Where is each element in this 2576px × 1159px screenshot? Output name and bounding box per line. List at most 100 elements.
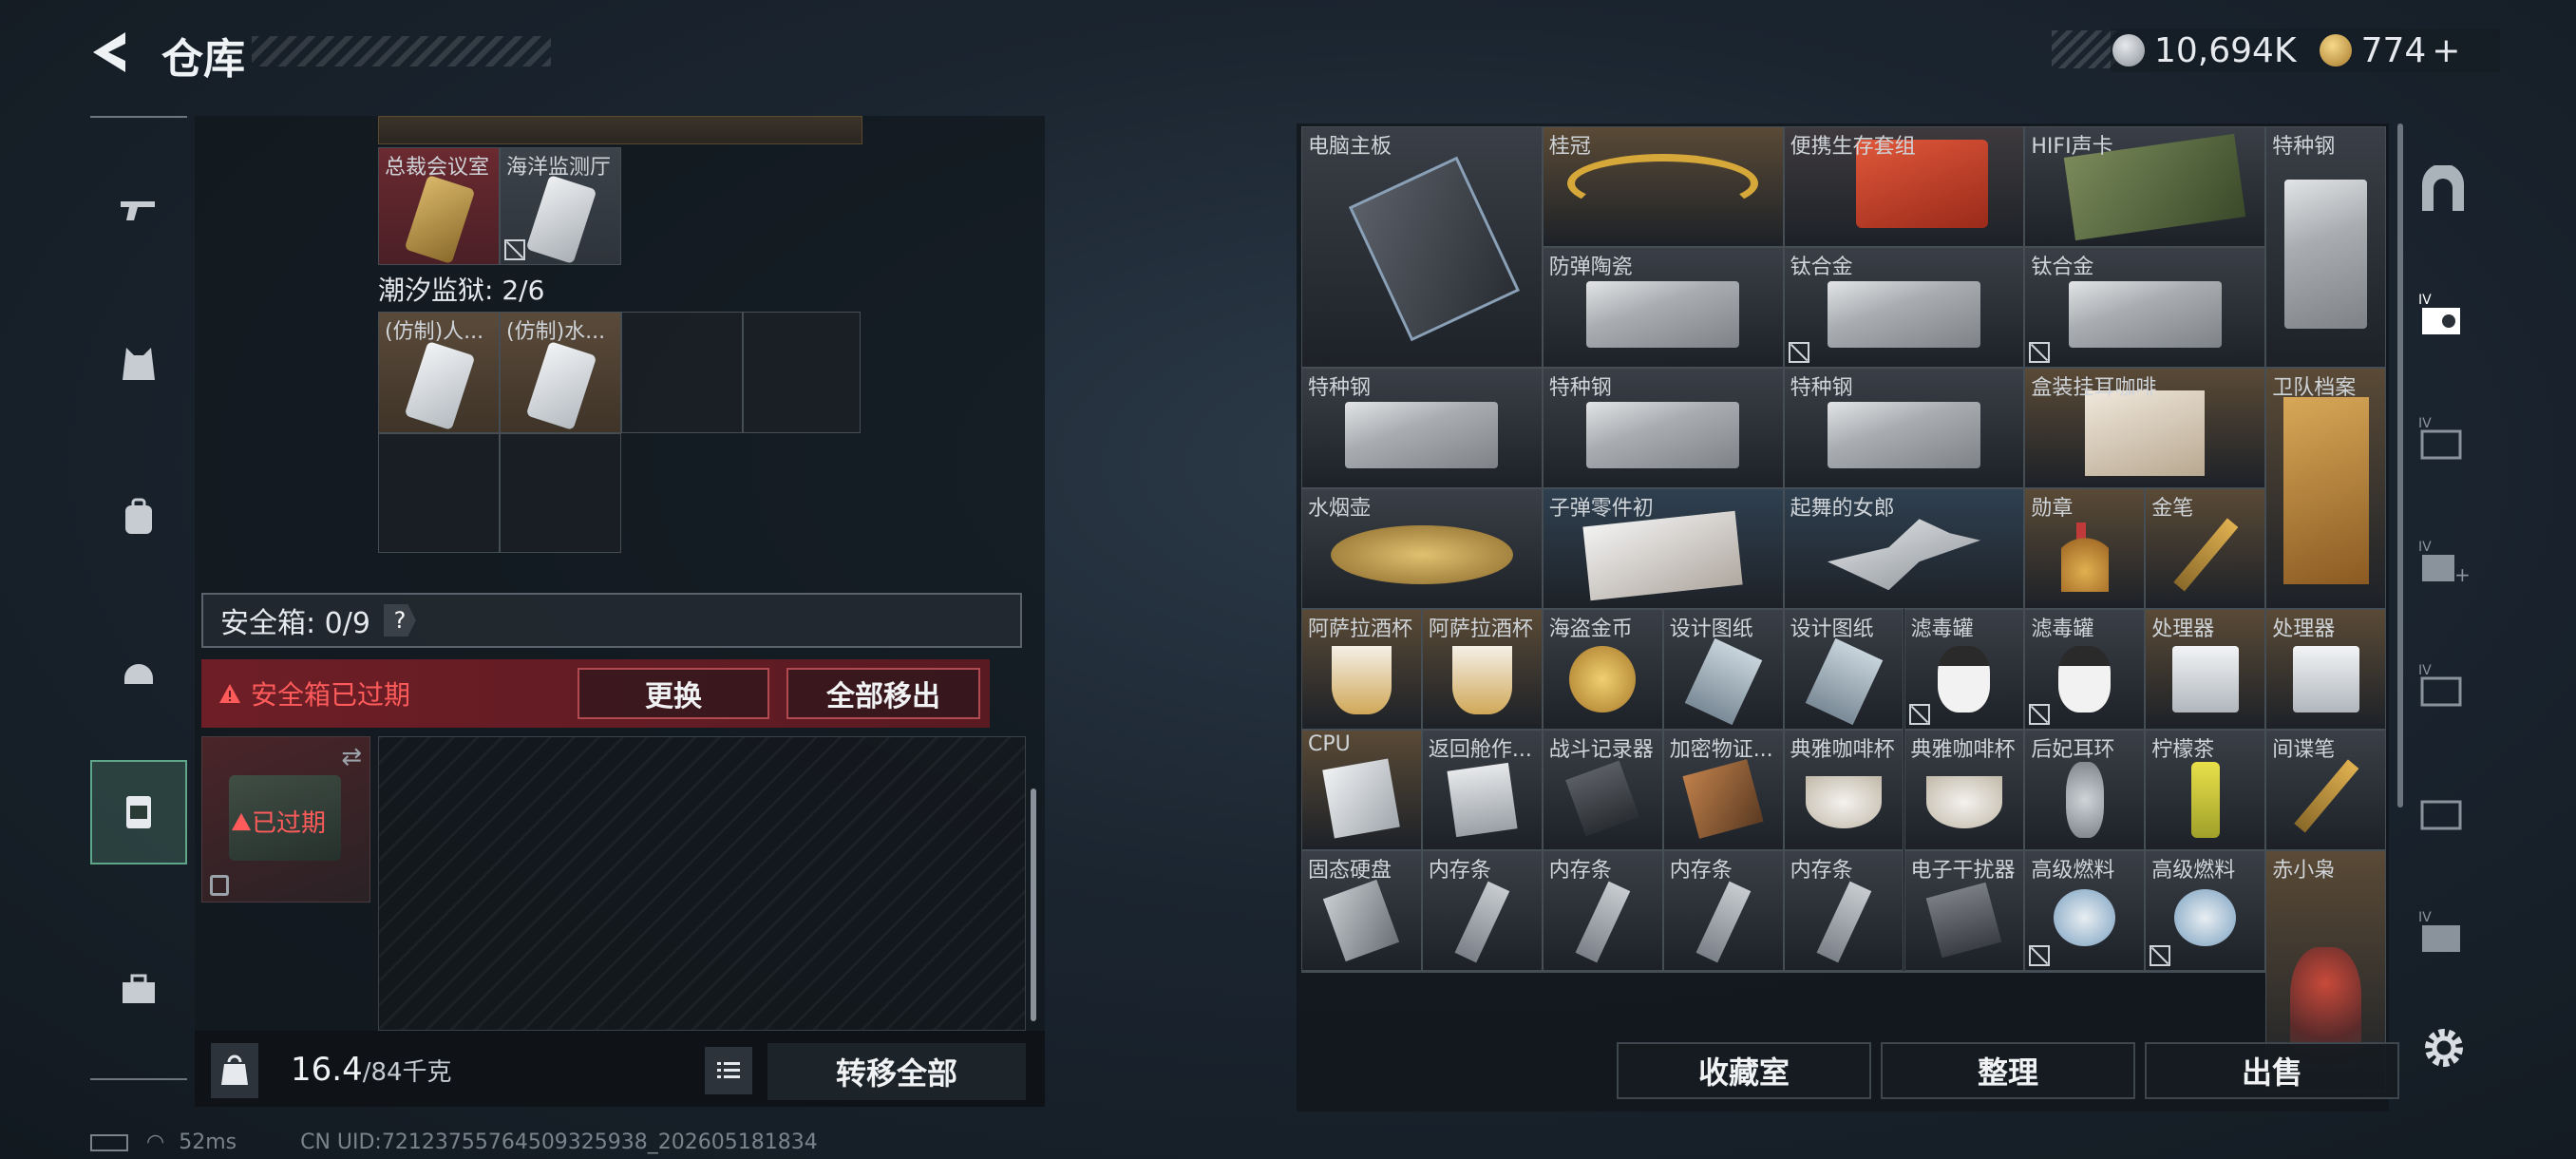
safe-box-icon	[126, 796, 151, 828]
empty-slot[interactable]	[378, 433, 500, 553]
warehouse-item[interactable]: 高级燃料	[2145, 850, 2266, 971]
warehouse-item[interactable]: 勋章	[2024, 488, 2146, 609]
scrollbar[interactable]	[1031, 788, 1036, 1021]
warehouse-item[interactable]: 防弹陶瓷	[1542, 247, 1784, 368]
warehouse-item[interactable]: 处理器	[2145, 609, 2266, 730]
warehouse-item[interactable]: 海盗金币	[1542, 609, 1663, 730]
warehouse-item[interactable]: HIFI声卡	[2024, 126, 2266, 247]
empty-slot[interactable]	[500, 433, 621, 553]
list-view-button[interactable]	[705, 1047, 752, 1094]
warehouse-item[interactable]: 卫队档案	[2265, 368, 2387, 609]
warehouse-item[interactable]: 固态硬盘	[1301, 850, 1422, 971]
empty-slot[interactable]	[743, 312, 861, 433]
keycard-slot[interactable]: 海洋监测厅	[500, 147, 621, 265]
safe-box-slot[interactable]: 已过期 ⇄	[201, 736, 370, 902]
help-button[interactable]: ?	[383, 604, 416, 636]
tab-iv-6[interactable]: IV	[2413, 902, 2473, 963]
warehouse-item[interactable]: 威小龙	[1542, 971, 1784, 973]
replace-button[interactable]: 更换	[578, 668, 769, 719]
warehouse-item[interactable]: 起舞的女郎	[1783, 488, 2025, 609]
sell-button[interactable]: 出售	[2145, 1042, 2399, 1099]
weight-max: /84千克	[362, 1058, 452, 1087]
keycard-slot[interactable]: (仿制)水...	[500, 312, 621, 433]
warehouse-item[interactable]: 阿萨拉酒杯	[1301, 609, 1422, 730]
move-all-button[interactable]: 转移全部	[767, 1043, 1026, 1100]
warehouse-item[interactable]: 特种钢	[1542, 368, 1784, 488]
safe-box-grid[interactable]	[378, 736, 1026, 1031]
currency-bar[interactable]: 10,694K 774 +	[2111, 28, 2500, 72]
item-label: 盒装挂耳咖啡	[2031, 376, 2157, 400]
warehouse-item[interactable]: 特种钢	[2265, 126, 2387, 368]
item-image	[1569, 645, 1637, 712]
warehouse-item[interactable]: 黄金鲤	[1301, 971, 1543, 973]
tab-all[interactable]	[2413, 162, 2473, 222]
item-label: 设计图纸	[1669, 618, 1753, 641]
move-out-all-button[interactable]: 全部移出	[786, 668, 980, 719]
keycard-slot[interactable]: (仿制)人...	[378, 312, 500, 433]
warehouse-item[interactable]: 内存条	[1783, 850, 1904, 971]
warehouse-item[interactable]: 金笔	[2145, 488, 2266, 609]
warehouse-item[interactable]: 内存条	[1542, 850, 1663, 971]
warehouse-item[interactable]: 内存条	[1662, 850, 1784, 971]
tab-iv-3[interactable]: IV +	[2413, 532, 2473, 593]
warehouse-item[interactable]: 战斗记录器	[1542, 730, 1663, 850]
item-label: 防弹陶瓷	[1548, 256, 1633, 279]
warehouse-item[interactable]: 处理器	[2265, 609, 2387, 730]
tab-iv-1[interactable]: IV	[2413, 285, 2473, 346]
tab-iv-2[interactable]: IV	[2413, 408, 2473, 469]
weight-current: 16.4	[291, 1051, 363, 1089]
item-label: (仿制)人...	[385, 320, 484, 344]
item-image	[1586, 402, 1740, 468]
warehouse-item[interactable]: 高级燃料	[2024, 850, 2146, 971]
rail-backpack[interactable]	[90, 466, 187, 570]
warehouse-item[interactable]: 盒装挂耳咖啡	[2024, 368, 2266, 488]
rail-safe-box[interactable]	[90, 760, 187, 864]
warehouse-item[interactable]: 加密物证...	[1662, 730, 1784, 850]
tab-iv-4[interactable]: IV	[2413, 656, 2473, 716]
storage-tab-icon: IV	[2418, 293, 2460, 334]
tab-iv-5[interactable]	[2413, 779, 2473, 840]
item-label: 典雅咖啡杯	[1790, 738, 1895, 762]
warehouse-item[interactable]: 便携生存套组	[1783, 126, 2025, 247]
empty-slot[interactable]	[621, 312, 743, 433]
warehouse-item[interactable]: 设计图纸	[1783, 609, 1904, 730]
warehouse-item[interactable]: 特种钢	[1783, 368, 2025, 488]
warehouse-item[interactable]: 返回舱作...	[1421, 730, 1543, 850]
warehouse-item[interactable]: 钛合金	[2024, 247, 2266, 368]
warehouse-item[interactable]: 间谍笔	[2265, 730, 2387, 850]
warehouse-item[interactable]: 拉小宝	[1783, 971, 2025, 973]
sort-button[interactable]: 整理	[1881, 1042, 2135, 1099]
warehouse-item[interactable]: 后妃耳环	[2024, 730, 2146, 850]
warehouse-item[interactable]: 滤毒罐	[1904, 609, 2025, 730]
add-currency-icon[interactable]: +	[2432, 31, 2460, 70]
warehouse-item[interactable]: 子弹零件初	[1542, 488, 1784, 609]
rail-helmet[interactable]	[90, 619, 187, 724]
warehouse-item[interactable]: 电子干扰器	[1904, 850, 2025, 971]
warehouse-item[interactable]: 兰小登	[2024, 971, 2266, 973]
warehouse-item[interactable]: 桂冠	[1542, 126, 1784, 247]
item-image	[1938, 645, 1991, 712]
warehouse-item[interactable]: 钛合金	[1783, 247, 2025, 368]
rail-armor[interactable]	[90, 312, 187, 416]
warehouse-item[interactable]: 典雅咖啡杯	[1904, 730, 2025, 850]
item-image	[1925, 775, 2002, 828]
warehouse-item[interactable]: 内存条	[1421, 850, 1543, 971]
warehouse-item[interactable]: 典雅咖啡杯	[1783, 730, 1904, 850]
warehouse-item[interactable]: 水烟壶	[1301, 488, 1543, 609]
warehouse-item[interactable]: 柠檬茶	[2145, 730, 2266, 850]
swap-icon[interactable]: ⇄	[341, 743, 362, 771]
warehouse-item[interactable]: 阿萨拉酒杯	[1421, 609, 1543, 730]
item-label: 桂冠	[1548, 135, 1591, 159]
warehouse-item[interactable]: 滤毒罐	[2024, 609, 2146, 730]
item-image	[1332, 645, 1392, 714]
rail-weapons[interactable]	[90, 158, 187, 262]
rail-toolbox[interactable]	[90, 937, 187, 1041]
warehouse-item[interactable]: 特种钢	[1301, 368, 1543, 488]
settings-button[interactable]	[2417, 1021, 2471, 1074]
warehouse-item[interactable]: CPU	[1301, 730, 1422, 850]
keycard-slot[interactable]: 总裁会议室	[378, 147, 500, 265]
warehouse-item[interactable]: 设计图纸	[1662, 609, 1784, 730]
warehouse-item[interactable]: 电脑主板	[1301, 126, 1543, 368]
back-button[interactable]	[85, 27, 137, 78]
collection-room-button[interactable]: 收藏室	[1617, 1042, 1871, 1099]
